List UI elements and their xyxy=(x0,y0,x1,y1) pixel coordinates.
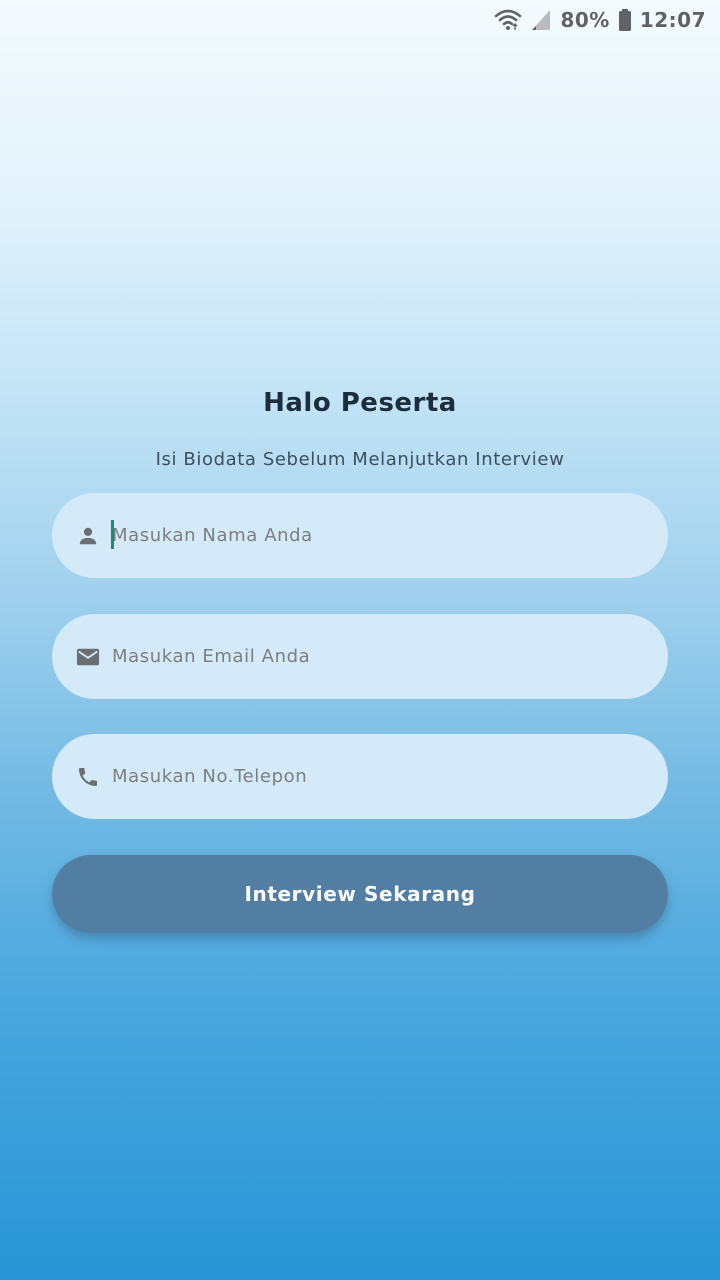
email-icon xyxy=(76,645,100,669)
phone-field[interactable] xyxy=(52,734,668,819)
status-bar-right: 80% 12:07 xyxy=(494,6,706,34)
cellular-signal-icon xyxy=(530,8,552,32)
battery-percent: 80% xyxy=(560,8,610,32)
email-field[interactable] xyxy=(52,614,668,699)
phone-icon xyxy=(76,765,100,789)
page-title: Halo Peserta xyxy=(263,388,457,418)
email-input[interactable] xyxy=(112,636,668,677)
clock-time: 12:07 xyxy=(639,8,706,32)
name-input[interactable] xyxy=(112,515,668,556)
battery-icon xyxy=(618,8,632,32)
phone-input[interactable] xyxy=(112,756,668,797)
text-cursor xyxy=(111,520,114,549)
status-bar: 80% 12:07 xyxy=(0,0,720,40)
name-field[interactable] xyxy=(52,493,668,578)
person-icon xyxy=(76,524,100,548)
interview-now-button[interactable]: Interview Sekarang xyxy=(52,855,668,933)
page-subtitle: Isi Biodata Sebelum Melanjutkan Intervie… xyxy=(155,449,565,470)
wifi-icon xyxy=(494,8,522,32)
